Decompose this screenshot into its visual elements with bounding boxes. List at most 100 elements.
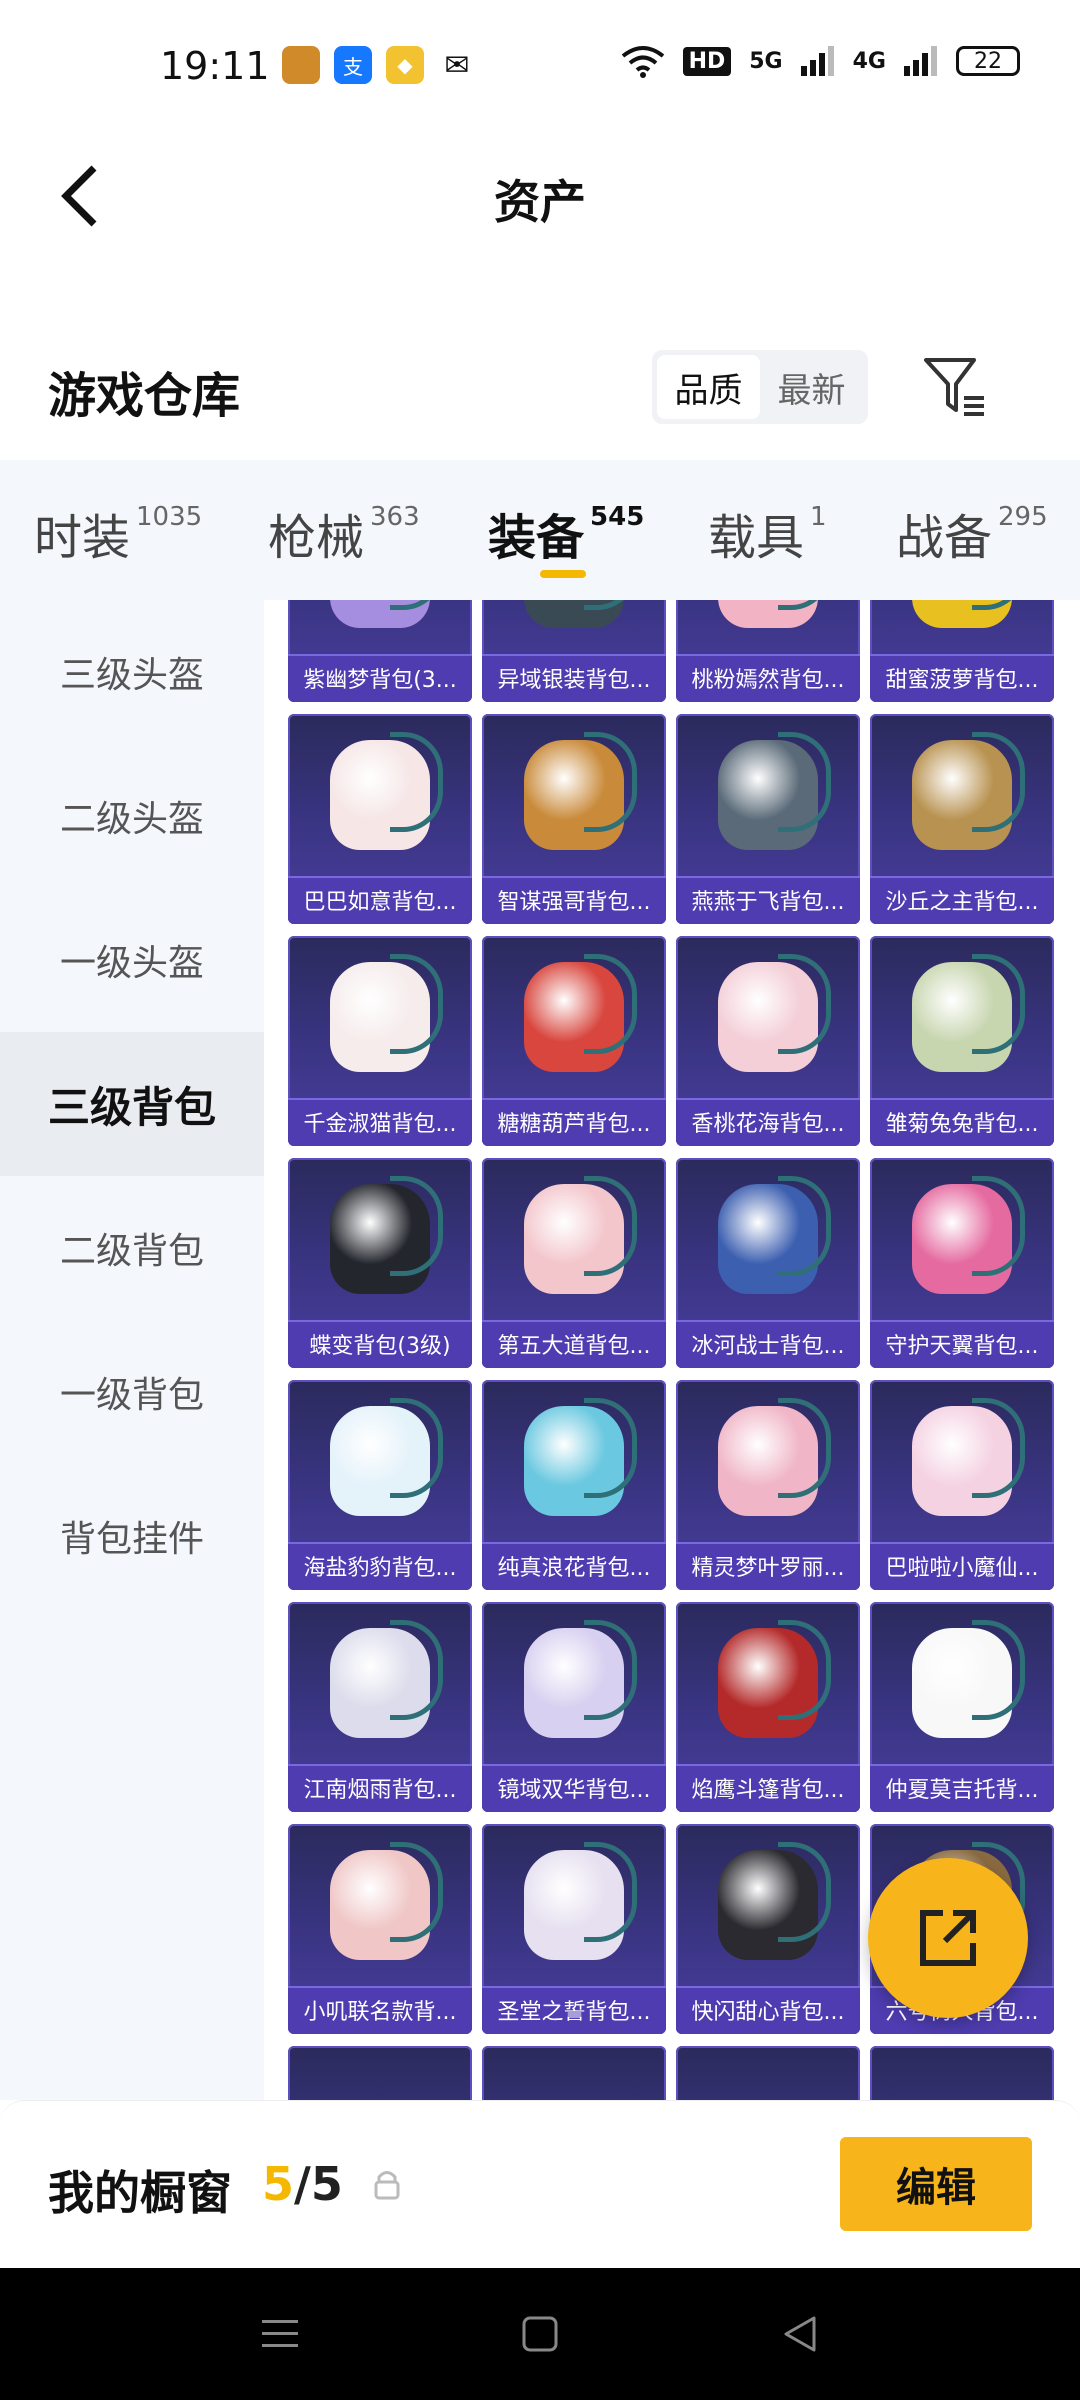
item-name: 精灵梦叶罗丽...	[691, 1556, 845, 1581]
backpack-strap-image	[390, 1176, 443, 1276]
sidebar-item-level2-backpack[interactable]: 二级背包	[0, 1176, 264, 1320]
backpack-strap-image	[778, 1176, 831, 1276]
tab-label: 装备	[488, 510, 585, 566]
edit-button[interactable]: 编辑	[840, 2137, 1032, 2231]
item-card-partial[interactable]	[870, 2046, 1054, 2100]
backpack-strap-image	[778, 732, 831, 832]
tab-count: 363	[370, 502, 420, 532]
sidebar-item-backpack-charm[interactable]: 背包挂件	[0, 1464, 264, 1608]
category-tabs: 时装 1035 枪械 363 装备 545 载具 1 战备 295	[0, 460, 1080, 600]
alipay-icon: 支	[334, 46, 372, 84]
item-name: 雏菊兔兔背包...	[885, 1112, 1039, 1137]
tab-supplies[interactable]: 战备 295	[896, 498, 1048, 568]
backpack-strap-image	[584, 1398, 637, 1498]
sidebar-item-level1-backpack[interactable]: 一级背包	[0, 1320, 264, 1464]
battery-indicator: 22	[956, 46, 1020, 76]
item-card[interactable]: 守护天翼背包...	[870, 1158, 1054, 1368]
item-card[interactable]: 紫幽梦背包(3...	[288, 600, 472, 702]
backpack-strap-image	[778, 1842, 831, 1942]
item-card[interactable]: 巴啦啦小魔仙...	[870, 1380, 1054, 1590]
item-card[interactable]: 仲夏莫吉托背...	[870, 1602, 1054, 1812]
status-indicators: HD 5G 4G 22	[621, 44, 1020, 78]
item-card[interactable]: 巴巴如意背包...	[288, 714, 472, 924]
sidebar-item-level2-helmet[interactable]: 二级头盔	[0, 744, 264, 888]
hd-badge: HD	[682, 46, 732, 76]
showcase-label: 我的橱窗	[48, 2166, 232, 2220]
item-name: 第五大道背包...	[497, 1334, 651, 1359]
item-name: 小叽联名款背...	[303, 2000, 457, 2025]
item-card[interactable]: 千金淑猫背包...	[288, 936, 472, 1146]
status-bar: 19:11 支 ◆ ✉ HD 5G 4G 22	[0, 0, 1080, 130]
sidebar-item-level3-backpack[interactable]: 三级背包	[0, 1032, 264, 1176]
item-card[interactable]: 镜域双华背包...	[482, 1602, 666, 1812]
item-name: 巴啦啦小魔仙...	[885, 1556, 1039, 1581]
share-external-icon	[920, 1910, 976, 1966]
item-card[interactable]: 快闪甜心背包...	[676, 1824, 860, 2034]
signal-bars-icon	[800, 46, 834, 76]
backpack-strap-image	[972, 954, 1025, 1054]
item-card[interactable]: 桃粉嫣然背包...	[676, 600, 860, 702]
sidebar-item-level1-helmet[interactable]: 一级头盔	[0, 888, 264, 1032]
item-card[interactable]: 智谋强哥背包...	[482, 714, 666, 924]
item-name: 桃粉嫣然背包...	[691, 668, 845, 693]
filter-icon	[924, 358, 984, 416]
item-card[interactable]: 海盐豹豹背包...	[288, 1380, 472, 1590]
menu-icon[interactable]	[260, 2314, 300, 2354]
item-name: 纯真浪花背包...	[497, 1556, 651, 1581]
home-icon[interactable]	[520, 2314, 560, 2354]
item-name: 圣堂之誓背包...	[497, 2000, 651, 2025]
tab-count: 1	[810, 502, 827, 532]
item-card[interactable]: 圣堂之誓背包...	[482, 1824, 666, 2034]
item-card[interactable]: 冰河战士背包...	[676, 1158, 860, 1368]
signal-4g-label: 4G	[852, 48, 886, 74]
item-card[interactable]: 纯真浪花背包...	[482, 1380, 666, 1590]
game-app-icon	[282, 46, 320, 84]
item-card-partial[interactable]	[482, 2046, 666, 2100]
backpack-strap-image	[584, 1620, 637, 1720]
filter-button[interactable]	[920, 352, 988, 420]
diamond-app-icon: ◆	[386, 46, 424, 84]
tab-count: 295	[998, 502, 1048, 532]
backpack-strap-image	[972, 732, 1025, 832]
tab-equipment[interactable]: 装备 545	[488, 498, 644, 568]
sidebar-item-level3-helmet[interactable]: 三级头盔	[0, 600, 264, 744]
item-card[interactable]: 江南烟雨背包...	[288, 1602, 472, 1812]
back-triangle-icon[interactable]	[780, 2314, 820, 2354]
item-card[interactable]: 糖糖葫芦背包...	[482, 936, 666, 1146]
signal-bars-icon-2	[904, 46, 937, 76]
lock-icon	[374, 2171, 400, 2200]
item-card[interactable]: 沙丘之主背包...	[870, 714, 1054, 924]
backpack-strap-image	[778, 954, 831, 1054]
sort-option-newest[interactable]: 最新	[760, 355, 863, 419]
showcase-panel: 我的橱窗 5/5 编辑	[0, 2100, 1080, 2269]
item-name: 燕燕于飞背包...	[691, 890, 845, 915]
page-title: 资产	[494, 175, 586, 229]
item-name: 海盐豹豹背包...	[303, 1556, 457, 1581]
share-fab-button[interactable]	[868, 1858, 1028, 2018]
item-card[interactable]: 焰鹰斗篷背包...	[676, 1602, 860, 1812]
item-name: 快闪甜心背包...	[691, 2000, 845, 2025]
item-card[interactable]: 雏菊兔兔背包...	[870, 936, 1054, 1146]
tab-vehicles[interactable]: 载具 1	[708, 498, 827, 568]
tab-fashion[interactable]: 时装 1035	[34, 498, 202, 568]
item-card-partial[interactable]	[676, 2046, 860, 2100]
item-card[interactable]: 异域银装背包...	[482, 600, 666, 702]
sort-option-quality[interactable]: 品质	[657, 355, 760, 419]
item-name: 巴巴如意背包...	[303, 890, 457, 915]
backpack-strap-image	[584, 954, 637, 1054]
item-card[interactable]: 甜蜜菠萝背包...	[870, 600, 1054, 702]
item-card[interactable]: 精灵梦叶罗丽...	[676, 1380, 860, 1590]
tab-firearms[interactable]: 枪械 363	[268, 498, 420, 568]
item-card[interactable]: 香桃花海背包...	[676, 936, 860, 1146]
backpack-strap-image	[584, 1176, 637, 1276]
backpack-strap-image	[390, 1398, 443, 1498]
item-name: 智谋强哥背包...	[497, 890, 651, 915]
item-card[interactable]: 蝶变背包(3级)	[288, 1158, 472, 1368]
item-name: 紫幽梦背包(3...	[303, 668, 457, 693]
item-card[interactable]: 小叽联名款背...	[288, 1824, 472, 2034]
section-title: 游戏仓库	[48, 368, 241, 424]
item-card[interactable]: 燕燕于飞背包...	[676, 714, 860, 924]
item-name: 镜域双华背包...	[497, 1778, 651, 1803]
item-card[interactable]: 第五大道背包...	[482, 1158, 666, 1368]
item-card-partial[interactable]	[288, 2046, 472, 2100]
